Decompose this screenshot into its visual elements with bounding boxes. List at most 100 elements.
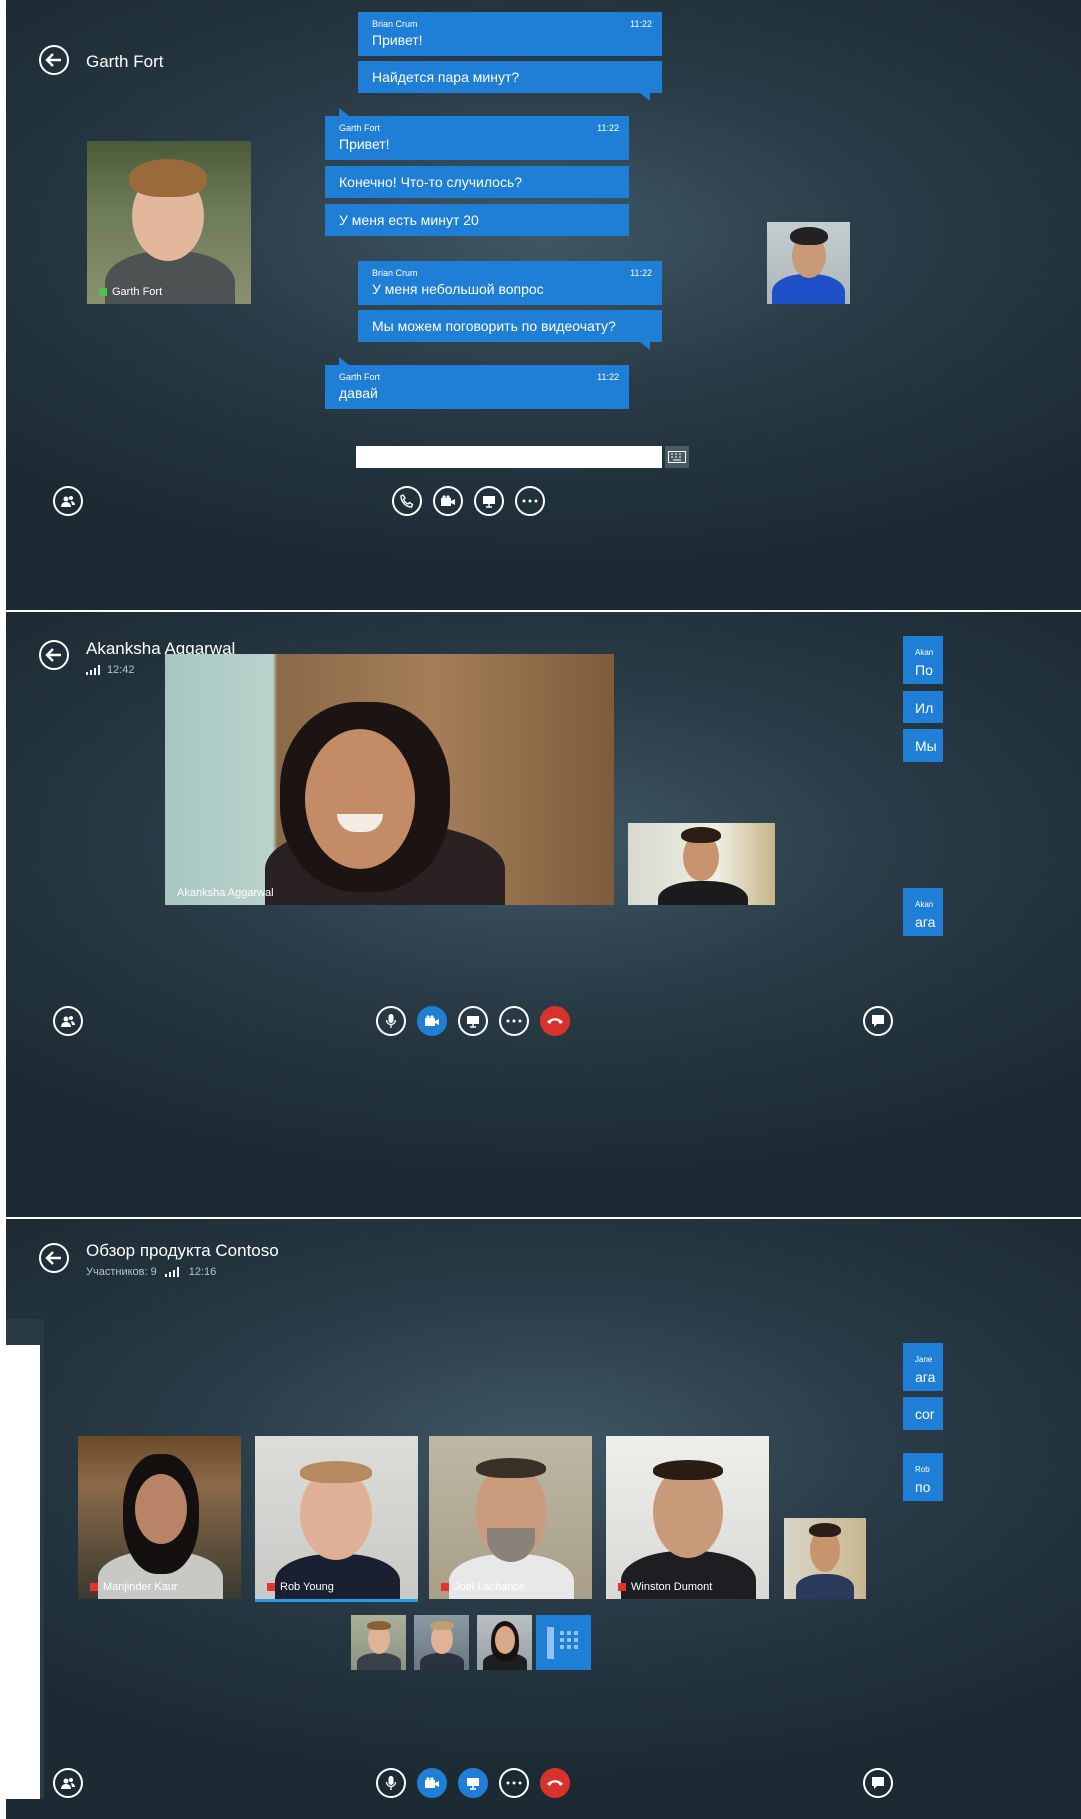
presence-indicator <box>267 1583 275 1591</box>
participant-name: Manjinder Kaur <box>103 1581 178 1593</box>
side-chat-text: Мы <box>915 738 937 754</box>
message-text: Мы можем поговорить по видеочату? <box>372 318 616 334</box>
side-chat-text: ага <box>915 1369 936 1385</box>
call-button[interactable] <box>392 486 422 516</box>
message-text: У меня небольшой вопрос <box>372 281 544 297</box>
message-time: 11:22 <box>597 372 619 382</box>
participant-tile[interactable]: Joel Lachance <box>429 1436 592 1599</box>
message-text: У меня есть минут 20 <box>339 212 479 228</box>
presence-indicator <box>441 1583 449 1591</box>
shared-content-pane[interactable] <box>6 1345 40 1799</box>
back-button[interactable] <box>39 45 69 75</box>
message-input[interactable] <box>356 446 662 468</box>
dial-in-participant[interactable] <box>536 1615 591 1670</box>
message-text: Привет! <box>339 136 390 152</box>
message-bubble: Garth Fort 11:22 Привет! <box>325 108 629 160</box>
side-chat-sender: Akan <box>915 648 934 657</box>
call-status: 12:42 <box>86 664 135 676</box>
self-video <box>784 1518 866 1599</box>
remote-video-label: Akanksha Aggarwal <box>177 887 274 899</box>
remote-video: Akanksha Aggarwal <box>165 654 614 905</box>
message-time: 11:22 <box>597 123 619 133</box>
more-button[interactable] <box>499 1006 529 1036</box>
video-icon <box>441 495 455 506</box>
side-chat-bubble: cor <box>903 1397 943 1430</box>
side-chat-bubble: Мы <box>903 729 943 762</box>
participants-button[interactable] <box>53 1006 83 1036</box>
present-button[interactable] <box>458 1768 488 1798</box>
present-icon <box>483 496 495 508</box>
more-icon <box>506 1019 522 1023</box>
participant-tile[interactable]: Winston Dumont <box>606 1436 769 1599</box>
meeting-title: Обзор продукта Contoso <box>86 1241 279 1260</box>
present-button[interactable] <box>458 1006 488 1036</box>
arrow-left-icon <box>45 1251 61 1265</box>
video-button[interactable] <box>417 1768 447 1798</box>
video-icon <box>425 1777 439 1788</box>
video-button[interactable] <box>417 1006 447 1036</box>
participants-button[interactable] <box>53 1768 83 1798</box>
more-button[interactable] <box>515 486 545 516</box>
meeting-status: Участников: 9 12:16 <box>86 1266 216 1278</box>
chat-icon <box>872 1015 884 1027</box>
presence-indicator <box>99 288 107 296</box>
contact-photo: Garth Fort <box>87 141 251 304</box>
video-call-screen-content: Akanksha Aggarwal 12:42 Akanksha Aggarwa… <box>6 612 1081 1217</box>
message-bubble: Brian Crum 11:22 У меня небольшой вопрос <box>358 261 662 305</box>
side-chat-sender: Rob <box>915 1465 930 1474</box>
present-button[interactable] <box>474 486 504 516</box>
message-sender: Garth Fort <box>339 123 381 133</box>
message-sender: Brian Crum <box>372 268 418 278</box>
end-call-button[interactable] <box>540 1006 570 1036</box>
side-chat-sender: Jane <box>915 1355 933 1364</box>
message-bubble: Найдется пара минут? <box>358 61 662 101</box>
side-chat-bubble: Ил <box>903 691 943 723</box>
mic-icon <box>385 1776 397 1790</box>
side-chat-text: Ил <box>915 700 934 716</box>
participant-name: Rob Young <box>280 1581 334 1593</box>
message-text: Конечно! Что-то случилось? <box>339 174 523 190</box>
video-button[interactable] <box>433 486 463 516</box>
participants-count: Участников: 9 <box>86 1266 157 1278</box>
self-video <box>767 222 850 304</box>
participant-name: Joel Lachance <box>454 1581 525 1593</box>
mute-button[interactable] <box>376 1006 406 1036</box>
presence-indicator <box>90 1583 98 1591</box>
participant-thumbnail[interactable] <box>477 1615 532 1670</box>
message-bubble: У меня есть минут 20 <box>325 204 629 236</box>
participants-icon <box>61 496 75 507</box>
chat-icon <box>872 1777 884 1789</box>
side-chat-bubble: Rob по <box>903 1453 943 1501</box>
chat-button[interactable] <box>863 1768 893 1798</box>
meeting-time: 12:16 <box>188 1266 217 1278</box>
end-call-button[interactable] <box>540 1768 570 1798</box>
mic-icon <box>385 1014 397 1028</box>
message-text: Привет! <box>372 32 423 48</box>
message-sender: Garth Fort <box>339 372 381 382</box>
side-chat-text: по <box>915 1479 931 1495</box>
message-sender: Brian Crum <box>372 19 418 29</box>
conversation-title: Garth Fort <box>86 52 164 71</box>
participant-tile[interactable]: Manjinder Kaur <box>78 1436 241 1599</box>
contact-name-label: Garth Fort <box>112 286 163 298</box>
video-icon <box>425 1015 439 1026</box>
more-button[interactable] <box>499 1768 529 1798</box>
keyboard-button[interactable] <box>665 446 689 468</box>
end-call-icon <box>547 1780 563 1786</box>
participants-button[interactable] <box>53 486 83 516</box>
side-chat-text: По <box>915 662 933 678</box>
message-bubble: Brian Crum 11:22 Привет! <box>358 12 662 56</box>
signal-strength-icon <box>164 1267 179 1277</box>
side-chat-sender: Akan <box>915 900 934 909</box>
participant-thumbnail[interactable] <box>414 1615 469 1670</box>
back-button[interactable] <box>39 640 69 670</box>
participant-thumbnail[interactable] <box>351 1615 406 1670</box>
mute-button[interactable] <box>376 1768 406 1798</box>
message-time: 11:22 <box>630 268 652 278</box>
arrow-left-icon <box>45 648 61 662</box>
more-icon <box>522 499 538 503</box>
chat-button[interactable] <box>863 1006 893 1036</box>
participant-tile[interactable]: Rob Young <box>255 1436 418 1599</box>
back-button[interactable] <box>39 1243 69 1273</box>
participants-icon <box>61 1778 75 1789</box>
